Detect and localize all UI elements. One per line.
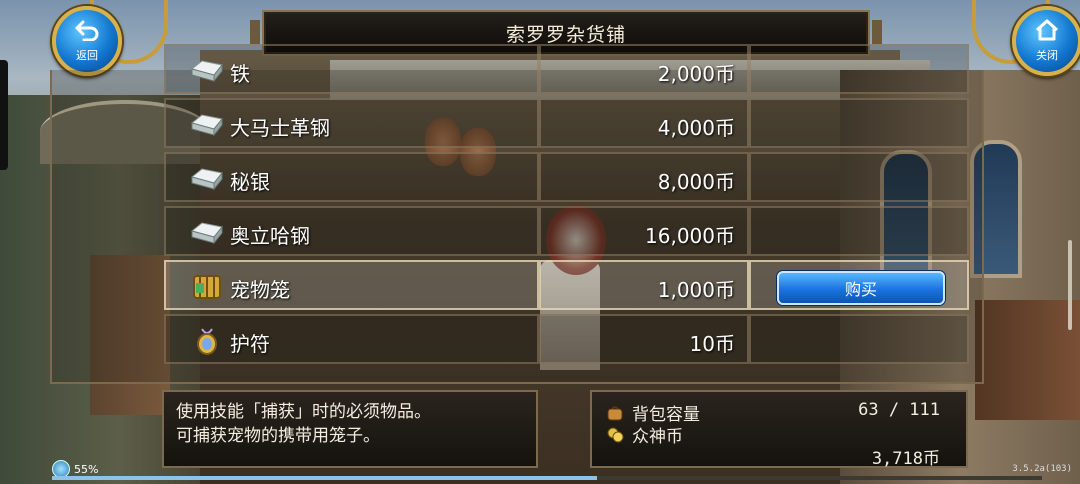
item-price: 4,000币 bbox=[657, 116, 735, 140]
pet-cage-icon bbox=[193, 275, 221, 299]
item-description-panel: 使用技能「捕获」时的必须物品。 可捕获宠物的携带用笼子。 bbox=[162, 390, 538, 468]
shop-item-row[interactable]: 秘银 8,000币 bbox=[164, 152, 969, 204]
battery-bar-fill bbox=[52, 476, 597, 480]
shop-list: 铁 2,000币 大马士革钢 4,000币 秘银 8,000币 奥立哈钢 16,… bbox=[164, 44, 969, 382]
description-line: 使用技能「捕获」时的必须物品。 bbox=[176, 402, 431, 422]
item-price-cell: 2,000币 bbox=[539, 44, 749, 94]
item-name-cell: 宠物笼 bbox=[164, 260, 539, 310]
shop-title: 索罗罗杂货铺 bbox=[505, 23, 626, 46]
shop-item-row[interactable]: 奥立哈钢 16,000币 bbox=[164, 206, 969, 258]
inventory-info-panel: 背包容量 63 / 111 众神币 3,718币 bbox=[590, 390, 968, 469]
coin-icon bbox=[607, 427, 624, 442]
item-name: 宠物笼 bbox=[230, 278, 290, 302]
home-icon bbox=[1034, 19, 1060, 45]
coin-label: 众神币 bbox=[632, 427, 683, 447]
shop-list-panel: 铁 2,000币 大马士革钢 4,000币 秘银 8,000币 奥立哈钢 16,… bbox=[50, 44, 984, 384]
ingot-icon bbox=[190, 114, 223, 137]
ingot-icon bbox=[190, 168, 223, 191]
close-label: 关闭 bbox=[1036, 49, 1058, 62]
item-price-cell: 4,000币 bbox=[539, 98, 749, 148]
shop-item-row[interactable]: 护符 10币 bbox=[164, 314, 969, 366]
item-price: 10币 bbox=[689, 332, 735, 356]
item-action-cell bbox=[749, 44, 969, 94]
ingot-icon bbox=[190, 222, 223, 245]
screen-edge bbox=[0, 60, 8, 170]
ingot-icon bbox=[190, 60, 223, 83]
buy-button[interactable]: 购买 bbox=[777, 271, 945, 305]
item-price-cell: 10币 bbox=[539, 314, 749, 364]
battery-percent: 55% bbox=[74, 462, 99, 476]
item-action-cell bbox=[749, 206, 969, 256]
bag-icon bbox=[607, 405, 623, 420]
bag-capacity-value: 63 / 111 bbox=[858, 400, 940, 420]
coin-line: 众神币 bbox=[606, 422, 683, 447]
item-description: 使用技能「捕获」时的必须物品。 可捕获宠物的携带用笼子。 bbox=[176, 400, 431, 448]
back-button[interactable]: 返回 bbox=[52, 6, 122, 76]
item-name-cell: 大马士革钢 bbox=[164, 98, 539, 148]
item-name-cell: 铁 bbox=[164, 44, 539, 94]
coin-value: 3,718币 bbox=[871, 449, 940, 469]
item-name-cell: 秘银 bbox=[164, 152, 539, 202]
list-scrollbar[interactable] bbox=[1068, 240, 1072, 330]
item-name: 奥立哈钢 bbox=[230, 224, 310, 248]
item-price: 2,000币 bbox=[657, 62, 735, 86]
item-name: 大马士革钢 bbox=[230, 116, 330, 140]
item-price-cell: 16,000币 bbox=[539, 206, 749, 256]
item-name-cell: 奥立哈钢 bbox=[164, 206, 539, 256]
item-name: 护符 bbox=[230, 332, 270, 356]
battery-bar bbox=[52, 476, 1042, 480]
shop-item-row-selected[interactable]: 宠物笼 1,000币 购买 bbox=[164, 260, 969, 312]
back-label: 返回 bbox=[76, 49, 98, 62]
item-price: 1,000币 bbox=[657, 278, 735, 302]
shop-item-row[interactable]: 大马士革钢 4,000币 bbox=[164, 98, 969, 150]
item-price: 16,000币 bbox=[645, 224, 735, 248]
item-action-cell bbox=[749, 152, 969, 202]
item-price-cell: 8,000币 bbox=[539, 152, 749, 202]
item-action-cell: 购买 bbox=[749, 260, 969, 310]
back-arrow-icon bbox=[74, 19, 100, 45]
close-button[interactable]: 关闭 bbox=[1012, 6, 1080, 76]
item-price: 8,000币 bbox=[657, 170, 735, 194]
item-action-cell bbox=[749, 98, 969, 148]
item-name: 秘银 bbox=[230, 170, 270, 194]
item-price-cell: 1,000币 bbox=[539, 260, 749, 310]
item-name: 铁 bbox=[230, 62, 250, 86]
item-name-cell: 护符 bbox=[164, 314, 539, 364]
wooden-crate bbox=[975, 300, 1080, 420]
item-action-cell bbox=[749, 314, 969, 364]
version-label: 3.5.2a(103) bbox=[1012, 464, 1072, 474]
amulet-icon bbox=[197, 328, 217, 355]
shop-item-row[interactable]: 铁 2,000币 bbox=[164, 44, 969, 96]
description-line: 可捕获宠物的携带用笼子。 bbox=[176, 426, 380, 446]
